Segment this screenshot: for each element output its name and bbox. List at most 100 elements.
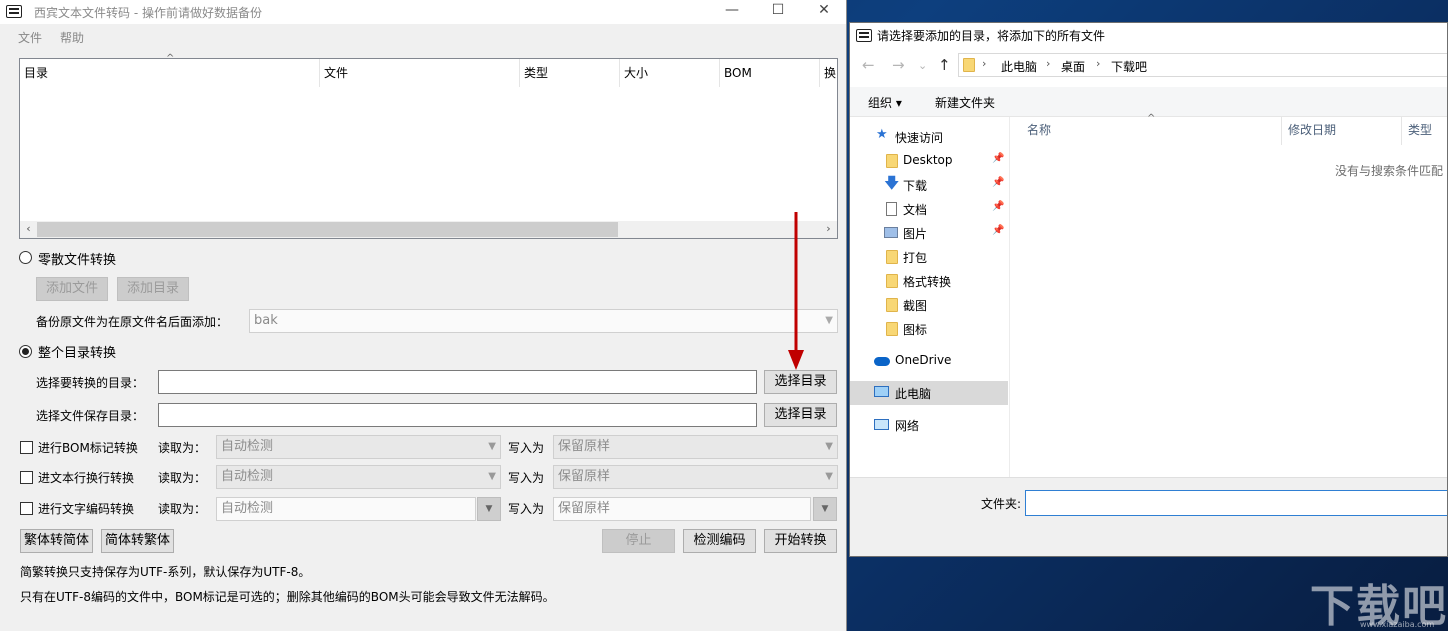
pin-icon: 📌 bbox=[992, 177, 1005, 188]
nav-network[interactable]: 网络 bbox=[850, 413, 1008, 437]
column-name[interactable]: 名称 bbox=[1027, 121, 1051, 147]
radio-scattered[interactable] bbox=[19, 251, 32, 264]
column-file[interactable]: 文件 bbox=[320, 59, 520, 87]
minimize-button[interactable]: — bbox=[709, 0, 755, 22]
computer-icon bbox=[874, 386, 889, 397]
nav-folder-format[interactable]: 格式转换 bbox=[850, 269, 1008, 293]
column-modified[interactable]: 修改日期 bbox=[1288, 121, 1336, 147]
breadcrumb-this-pc[interactable]: 此电脑 bbox=[1001, 58, 1037, 75]
radio-whole-directory[interactable] bbox=[19, 345, 32, 358]
nav-desktop[interactable]: Desktop 📌 bbox=[850, 149, 1008, 173]
nav-label: 打包 bbox=[903, 251, 928, 265]
pin-icon: 📌 bbox=[992, 201, 1005, 212]
trad-to-simp-button[interactable]: 繁体转简体 bbox=[20, 529, 93, 553]
chevron-down-icon: ▼ bbox=[825, 471, 833, 482]
select-save-dir-button[interactable]: 选择目录 bbox=[764, 403, 837, 427]
breadcrumb-desktop[interactable]: 桌面 bbox=[1061, 58, 1085, 75]
picture-icon bbox=[884, 227, 898, 238]
sort-indicator-icon: ^ bbox=[1147, 113, 1156, 124]
column-type[interactable]: 类型 bbox=[520, 59, 620, 87]
download-icon: 🡇 bbox=[884, 174, 900, 192]
bom-read-select[interactable]: 自动检测 ▼ bbox=[216, 435, 501, 459]
bom-convert-checkbox[interactable] bbox=[20, 441, 33, 454]
encoding-convert-checkbox[interactable] bbox=[20, 502, 33, 515]
address-folder-icon bbox=[963, 58, 975, 72]
source-dir-input[interactable] bbox=[158, 370, 757, 394]
folder-icon bbox=[886, 274, 898, 288]
breadcrumb-download[interactable]: 下载吧 bbox=[1111, 58, 1147, 75]
radio-whole-directory-label[interactable]: 整个目录转换 bbox=[38, 342, 116, 361]
organize-button[interactable]: 组织 ▾ bbox=[868, 94, 902, 111]
folder-icon bbox=[886, 298, 898, 312]
column-bom[interactable]: BOM bbox=[720, 59, 820, 87]
nav-this-pc[interactable]: 此电脑 bbox=[850, 381, 1008, 405]
chevron-down-icon: ▼ bbox=[825, 441, 833, 452]
folder-label: 文件夹: bbox=[981, 497, 1022, 511]
linebreak-write-select[interactable]: 保留原样 ▼ bbox=[553, 465, 838, 489]
encoding-convert-label[interactable]: 进行文字编码转换 bbox=[38, 500, 134, 517]
bom-write-select[interactable]: 保留原样 ▼ bbox=[553, 435, 838, 459]
nav-label: 格式转换 bbox=[903, 275, 952, 289]
encoding-write-select[interactable]: 保留原样 bbox=[553, 497, 811, 521]
nav-folder-screenshot[interactable]: 截图 bbox=[850, 293, 1008, 317]
menu-bar: 文件 帮助 bbox=[0, 24, 846, 48]
encoding-read-dropdown-icon[interactable]: ▼ bbox=[477, 497, 501, 521]
nav-onedrive[interactable]: OneDrive bbox=[850, 349, 1008, 373]
column-size[interactable]: 大小 bbox=[620, 59, 720, 87]
bom-convert-label[interactable]: 进行BOM标记转换 bbox=[38, 439, 138, 456]
linebreak-read-select[interactable]: 自动检测 ▼ bbox=[216, 465, 501, 489]
nav-quick-access[interactable]: ★ 快速访问 bbox=[850, 125, 1008, 149]
back-arrow-icon[interactable]: ← bbox=[862, 56, 875, 74]
nav-pictures[interactable]: 图片 📌 bbox=[850, 221, 1008, 245]
nav-label: 下载 bbox=[903, 179, 928, 193]
forward-arrow-icon[interactable]: → bbox=[892, 56, 905, 74]
simp-to-trad-button[interactable]: 简体转繁体 bbox=[101, 529, 174, 553]
nav-label: 截图 bbox=[903, 299, 928, 313]
up-arrow-icon[interactable]: ↑ bbox=[938, 56, 951, 74]
column-divider bbox=[1401, 117, 1402, 145]
horizontal-scrollbar[interactable]: ‹ › bbox=[20, 221, 837, 238]
column-linebreak[interactable]: 换 bbox=[820, 59, 837, 87]
detect-encoding-button[interactable]: 检测编码 bbox=[683, 529, 756, 553]
stop-button[interactable]: 停止 bbox=[602, 529, 675, 553]
linebreak-convert-label[interactable]: 进文本行换行转换 bbox=[38, 469, 134, 486]
select-source-dir-button[interactable]: 选择目录 bbox=[764, 370, 837, 394]
network-icon bbox=[874, 419, 889, 430]
save-dir-input[interactable] bbox=[158, 403, 757, 427]
bom-read-label: 读取为： bbox=[158, 441, 207, 455]
start-convert-button[interactable]: 开始转换 bbox=[764, 529, 837, 553]
nav-documents[interactable]: 文档 📌 bbox=[850, 197, 1008, 221]
recent-dropdown-icon[interactable]: ⌄ bbox=[918, 59, 927, 72]
encoding-read-select[interactable]: 自动检测 bbox=[216, 497, 476, 521]
nav-label: Desktop bbox=[903, 153, 953, 167]
scroll-left-icon[interactable]: ‹ bbox=[20, 221, 37, 238]
chevron-right-icon: › bbox=[982, 57, 987, 70]
menu-file[interactable]: 文件 bbox=[18, 29, 42, 46]
new-folder-button[interactable]: 新建文件夹 bbox=[935, 94, 995, 111]
folder-icon bbox=[886, 154, 898, 168]
nav-label: 快速访问 bbox=[895, 131, 944, 145]
file-list[interactable]: ^ 目录 文件 类型 大小 BOM 换 ‹ › bbox=[19, 53, 838, 239]
column-type[interactable]: 类型 bbox=[1408, 121, 1432, 147]
menu-help[interactable]: 帮助 bbox=[60, 29, 84, 46]
nav-folder-icons[interactable]: 图标 bbox=[850, 317, 1008, 341]
nav-label: 此电脑 bbox=[895, 387, 932, 401]
nav-folder-pack[interactable]: 打包 bbox=[850, 245, 1008, 269]
scroll-right-icon[interactable]: › bbox=[820, 221, 837, 238]
document-icon bbox=[886, 202, 897, 216]
address-bar[interactable]: › 此电脑 › 桌面 › 下载吧 bbox=[958, 53, 1447, 77]
add-file-button[interactable]: 添加文件 bbox=[36, 277, 108, 301]
scroll-thumb[interactable] bbox=[37, 222, 618, 237]
radio-scattered-label[interactable]: 零散文件转换 bbox=[38, 249, 116, 268]
converter-window: 西宾文本文件转码 - 操作前请做好数据备份 — ☐ ✕ 文件 帮助 ^ 目录 文… bbox=[0, 0, 847, 631]
encoding-write-dropdown-icon[interactable]: ▼ bbox=[813, 497, 837, 521]
folder-input[interactable] bbox=[1025, 490, 1447, 516]
backup-suffix-select[interactable]: bak ▼ bbox=[249, 309, 838, 333]
linebreak-convert-checkbox[interactable] bbox=[20, 471, 33, 484]
maximize-button[interactable]: ☐ bbox=[755, 0, 801, 22]
chevron-down-icon: ▼ bbox=[488, 471, 496, 482]
nav-download[interactable]: 🡇 下载 📌 bbox=[850, 173, 1008, 197]
add-directory-button[interactable]: 添加目录 bbox=[117, 277, 189, 301]
close-button[interactable]: ✕ bbox=[801, 0, 846, 22]
column-directory[interactable]: 目录 bbox=[20, 59, 320, 87]
